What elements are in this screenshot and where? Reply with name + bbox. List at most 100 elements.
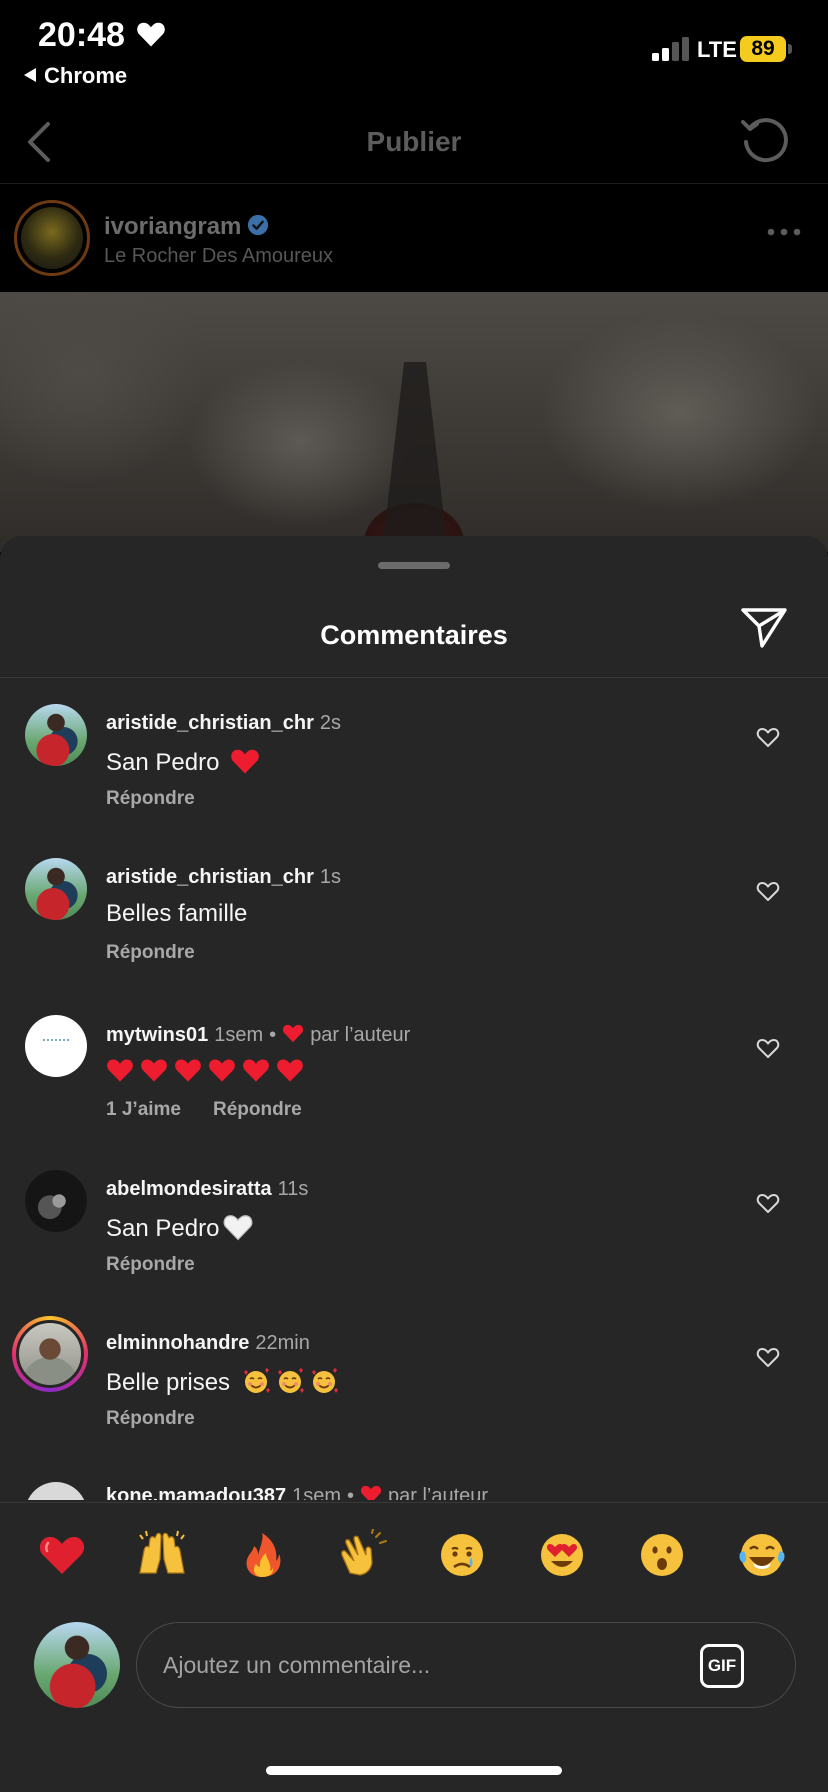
comment-username[interactable]: mytwins01	[106, 1024, 208, 1046]
comment-item: mytwins01 1sem • par l’auteur 1 J’aime Répon…	[0, 1015, 828, 1165]
author-liked-heart-icon	[283, 1024, 304, 1043]
quick-reactions-bar	[0, 1502, 828, 1608]
white-heart-emoji-icon	[224, 1215, 253, 1241]
comments-sheet: Commentaires aristide_christian_chr 2s Sa…	[0, 536, 828, 1792]
comment-text: Belle prises	[106, 1369, 231, 1396]
current-user-avatar[interactable]	[34, 1622, 120, 1708]
comment-composer: GIF	[0, 1610, 828, 1730]
reply-button[interactable]: Répondre	[106, 1254, 195, 1275]
raising-hands-reaction-icon[interactable]	[136, 1529, 188, 1581]
post-location[interactable]: Le Rocher Des Amoureux	[104, 245, 333, 268]
reply-button[interactable]: Répondre	[106, 1408, 195, 1429]
commenter-avatar[interactable]	[25, 1015, 87, 1077]
red-heart-emoji-icon	[107, 1059, 133, 1082]
comment-item: abelmondesiratta 11s San Pedro Répondre	[0, 1170, 828, 1320]
comment-username[interactable]: aristide_christian_chr	[106, 712, 314, 734]
page-title: Publier	[366, 126, 462, 157]
sheet-grabber[interactable]	[378, 562, 450, 569]
status-bar: 20:48 Chrome LTE 89	[0, 0, 828, 100]
comment-time: 1s	[319, 866, 341, 888]
sheet-title: Commentaires	[320, 620, 508, 650]
commenter-avatar[interactable]	[25, 1482, 87, 1500]
gif-button[interactable]: GIF	[700, 1644, 744, 1688]
like-heart-outline-icon[interactable]	[756, 1037, 780, 1059]
liked-by-author-label: par l’auteur	[388, 1485, 489, 1500]
comment-meta: aristide_christian_chr 2s	[106, 712, 341, 735]
comment-meta: mytwins01 1sem • par l’auteur	[106, 1023, 410, 1047]
like-heart-outline-icon[interactable]	[756, 880, 780, 902]
comment-meta: elminnohandre 22min	[106, 1332, 310, 1355]
red-heart-emoji-icon	[209, 1059, 235, 1082]
separator-dot: •	[269, 1024, 277, 1046]
comment-item: aristide_christian_chr 2s San Pedro Répon…	[0, 704, 828, 854]
comment-actions: Répondre	[106, 1408, 195, 1430]
battery-nub	[788, 44, 792, 54]
red-heart-reaction-icon[interactable]	[36, 1529, 88, 1581]
comment-meta: kone.mamadou387 1sem • par l’auteur	[106, 1484, 488, 1500]
reply-button[interactable]: Répondre	[106, 942, 195, 963]
comments-list[interactable]: aristide_christian_chr 2s San Pedro Répon…	[0, 678, 828, 1500]
red-heart-emoji-icon	[277, 1059, 303, 1082]
network-type: LTE	[697, 37, 737, 62]
red-heart-emoji-icon	[243, 1059, 269, 1082]
reply-button[interactable]: Répondre	[106, 788, 195, 809]
home-indicator[interactable]	[266, 1766, 562, 1775]
crying-face-reaction-icon[interactable]	[436, 1529, 488, 1581]
more-options-icon[interactable]	[766, 225, 802, 239]
share-paper-plane-icon[interactable]	[740, 606, 788, 650]
comment-time: 1sem	[292, 1485, 341, 1500]
post-author-username[interactable]: ivoriangram	[104, 213, 241, 240]
heart-eyes-reaction-icon[interactable]	[536, 1529, 588, 1581]
comment-time: 22min	[255, 1332, 310, 1354]
comment-hearts	[106, 1057, 310, 1086]
commenter-avatar[interactable]	[25, 1170, 87, 1232]
comment-text: San Pedro	[106, 749, 220, 776]
like-heart-outline-icon[interactable]	[756, 1346, 780, 1368]
refresh-icon[interactable]	[738, 114, 790, 166]
comment-username[interactable]: elminnohandre	[106, 1332, 249, 1354]
comment-time: 11s	[277, 1178, 309, 1200]
comment-item: kone.mamadou387 1sem • par l’auteur	[0, 1476, 828, 1500]
like-heart-outline-icon[interactable]	[756, 726, 780, 748]
back-triangle-icon	[24, 68, 36, 82]
back-to-app-link[interactable]: Chrome	[24, 63, 127, 89]
fire-reaction-icon[interactable]	[236, 1529, 288, 1581]
post-author-avatar[interactable]	[14, 200, 90, 276]
reply-button[interactable]: Répondre	[213, 1099, 302, 1120]
comment-item: elminnohandre 22min Belle prises Répondre	[0, 1316, 828, 1474]
post-header: ivoriangram Le Rocher Des Amoureux	[0, 185, 828, 291]
comment-input[interactable]	[163, 1643, 663, 1687]
comment-actions: 1 J’aime Répondre	[106, 1099, 302, 1121]
liked-by-author-label: par l’auteur	[310, 1024, 411, 1046]
post-author-username-row[interactable]: ivoriangram	[104, 213, 269, 241]
comment-username[interactable]: abelmondesiratta	[106, 1178, 272, 1200]
cellular-signal-icon	[652, 37, 689, 61]
comment-username[interactable]: aristide_christian_chr	[106, 866, 314, 888]
separator-dot: •	[346, 1485, 354, 1500]
comment-actions: Répondre	[106, 1254, 195, 1276]
surprised-face-reaction-icon[interactable]	[636, 1529, 688, 1581]
likes-count[interactable]: 1 J’aime	[106, 1099, 181, 1120]
red-heart-emoji-icon	[175, 1059, 201, 1082]
comment-text: Belles famille	[106, 900, 248, 927]
comment-actions: Répondre	[106, 942, 195, 964]
clapping-hands-reaction-icon[interactable]	[336, 1529, 388, 1581]
comment-meta: aristide_christian_chr 1s	[106, 866, 341, 889]
smiling-face-with-hearts-icon	[277, 1368, 304, 1393]
verified-badge-icon	[248, 214, 269, 236]
comment-input-box[interactable]: GIF	[136, 1622, 796, 1708]
battery-indicator: 89	[740, 36, 786, 62]
comment-meta: abelmondesiratta 11s	[106, 1178, 308, 1201]
heart-icon	[137, 22, 165, 47]
back-app-label: Chrome	[44, 63, 128, 88]
like-heart-outline-icon[interactable]	[756, 1192, 780, 1214]
red-heart-emoji-icon	[231, 749, 259, 774]
status-time: 20:48	[38, 16, 125, 54]
commenter-avatar[interactable]	[25, 704, 87, 766]
comment-username[interactable]: kone.mamadou387	[106, 1485, 286, 1500]
tears-of-joy-reaction-icon[interactable]	[736, 1529, 788, 1581]
comment-text-row: Belle prises	[106, 1366, 339, 1397]
commenter-avatar-story-ring[interactable]	[12, 1316, 88, 1392]
commenter-avatar[interactable]	[25, 858, 87, 920]
red-heart-emoji-icon	[141, 1059, 167, 1082]
